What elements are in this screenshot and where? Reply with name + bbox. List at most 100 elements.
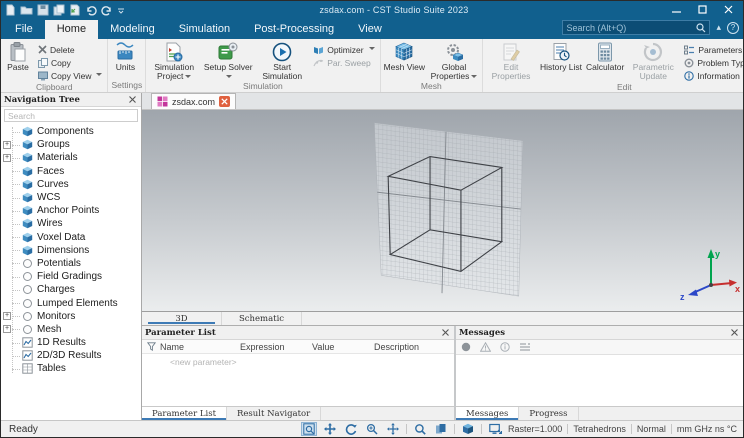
tab-result-navigator[interactable]: Result Navigator [227,407,322,420]
import-icon[interactable] [69,4,81,16]
message-list-icon[interactable] [519,342,531,352]
mesh-view-button[interactable]: Mesh View [382,40,427,81]
tree-item-wires[interactable]: Wires [1,217,141,230]
column-header-value[interactable]: Value [312,342,374,352]
simulation-project-button[interactable]: Simulation Project [147,40,201,81]
3d-viewport[interactable]: y x z [142,110,743,311]
paste-button[interactable]: Paste [2,40,34,82]
messages-close-button[interactable] [729,327,740,338]
copy-button[interactable]: Copy [35,56,105,69]
tree-item-1d-results[interactable]: 1D Results [1,336,141,349]
tree-item-voxel-data[interactable]: Voxel Data [1,231,141,244]
delete-button[interactable]: Delete [35,43,105,56]
tree-item-lumped-elements[interactable]: Lumped Elements [1,296,141,309]
collapse-ribbon-icon[interactable] [716,23,721,32]
expand-icon[interactable] [3,153,11,162]
errors-filter-icon[interactable] [461,342,471,352]
tab-home[interactable]: Home [44,20,99,39]
tree-item-tables[interactable]: Tables [1,362,141,375]
info-filter-icon[interactable] [500,342,510,352]
tab-parameter-list[interactable]: Parameter List [142,407,227,420]
tab-file[interactable]: File [3,20,45,39]
parameter-table-body[interactable]: <new parameter> [142,354,454,406]
setup-solver-button[interactable]: Setup Solver [201,40,255,81]
bounding-box-icon[interactable] [460,422,476,436]
mesh-type-value[interactable]: Tetrahedrons [573,424,626,434]
copy-icon[interactable] [53,4,65,16]
new-parameter-row[interactable]: <new parameter> [142,354,454,367]
tree-search-box[interactable] [4,109,138,122]
expand-icon[interactable] [3,312,11,321]
tree-item-mesh[interactable]: Mesh [1,323,141,336]
pick-points-icon[interactable] [433,422,449,436]
filter-icon[interactable] [142,342,160,351]
tab-post-processing[interactable]: Post-Processing [242,20,346,39]
raster-display-icon[interactable] [487,422,503,436]
problem-type-button[interactable]: Problem Type [681,56,743,69]
parameters-button[interactable]: Parameters [681,43,743,56]
column-header-expression[interactable]: Expression [240,342,312,352]
redo-icon[interactable] [101,4,113,16]
tree-item-potentials[interactable]: Potentials [1,257,141,270]
warnings-filter-icon[interactable] [480,342,491,352]
tree-item-curves[interactable]: Curves [1,178,141,191]
tree-item-faces[interactable]: Faces [1,165,141,178]
zoom-tool-icon[interactable] [364,422,380,436]
units-value[interactable]: mm GHz ns °C [677,424,737,434]
tree-item-dimensions[interactable]: Dimensions [1,244,141,257]
tree-item-charges[interactable]: Charges [1,283,141,296]
undo-icon[interactable] [85,4,97,16]
tree-item-anchor-points[interactable]: Anchor Points [1,204,141,217]
expand-icon[interactable] [3,325,11,334]
maximize-button[interactable] [689,2,715,17]
navigation-tree-close-button[interactable] [127,94,138,105]
qat-customize-icon[interactable] [117,5,125,15]
copy-view-button[interactable]: Copy View [35,69,105,82]
save-icon[interactable] [37,4,49,16]
tab-view[interactable]: View [346,20,394,39]
tree-item-materials[interactable]: Materials [1,151,141,164]
tree-item-components[interactable]: Components [1,125,141,138]
help-icon[interactable] [727,21,739,34]
start-simulation-button[interactable]: Start Simulation [255,40,309,81]
search-box[interactable] [562,20,711,35]
tree-item-field-gradings[interactable]: Field Gradings [1,270,141,283]
dynamic-zoom-tool-icon[interactable] [385,422,401,436]
tree-item-wcs[interactable]: WCS [1,191,141,204]
magnifier-icon[interactable] [412,422,428,436]
tree-item-monitors[interactable]: Monitors [1,310,141,323]
optimizer-button[interactable]: Optimizer [310,43,377,56]
calculator-button[interactable]: Calculator [584,40,626,82]
information-button[interactable]: Information [681,69,743,82]
tab-messages[interactable]: Messages [456,407,520,420]
search-input[interactable] [566,22,697,33]
edit-properties-button[interactable]: Edit Properties [484,40,538,82]
tree-item-groups[interactable]: Groups [1,138,141,151]
tab-simulation[interactable]: Simulation [167,20,242,39]
open-icon[interactable] [20,4,33,16]
parametric-update-button[interactable]: Parametric Update [626,40,680,82]
accuracy-value[interactable]: Normal [637,424,666,434]
document-tab-active[interactable]: zsdax.com [151,93,237,109]
close-button[interactable] [715,2,741,17]
new-file-icon[interactable] [5,4,16,16]
tab-modeling[interactable]: Modeling [98,20,167,39]
view-tab-schematic[interactable]: Schematic [222,312,302,325]
par-sweep-button[interactable]: Par. Sweep [310,56,377,69]
history-list-button[interactable]: History List [538,40,584,82]
select-tool-icon[interactable] [301,422,318,436]
global-properties-button[interactable]: Global Properties [427,40,481,81]
minimize-button[interactable] [663,2,689,17]
column-header-description[interactable]: Description [374,342,454,352]
messages-body[interactable] [456,355,743,406]
tree-search-input[interactable] [8,110,134,121]
document-tab-close-button[interactable] [219,96,231,107]
units-button[interactable]: Units [109,40,141,80]
tree-item-2d3d-results[interactable]: 2D/3D Results [1,349,141,362]
view-tab-3d[interactable]: 3D [142,312,222,325]
parameter-list-close-button[interactable] [440,327,451,338]
expand-icon[interactable] [3,140,11,149]
column-header-name[interactable]: Name [160,342,240,352]
pan-tool-icon[interactable] [322,422,338,436]
rotate-tool-icon[interactable] [343,422,359,436]
